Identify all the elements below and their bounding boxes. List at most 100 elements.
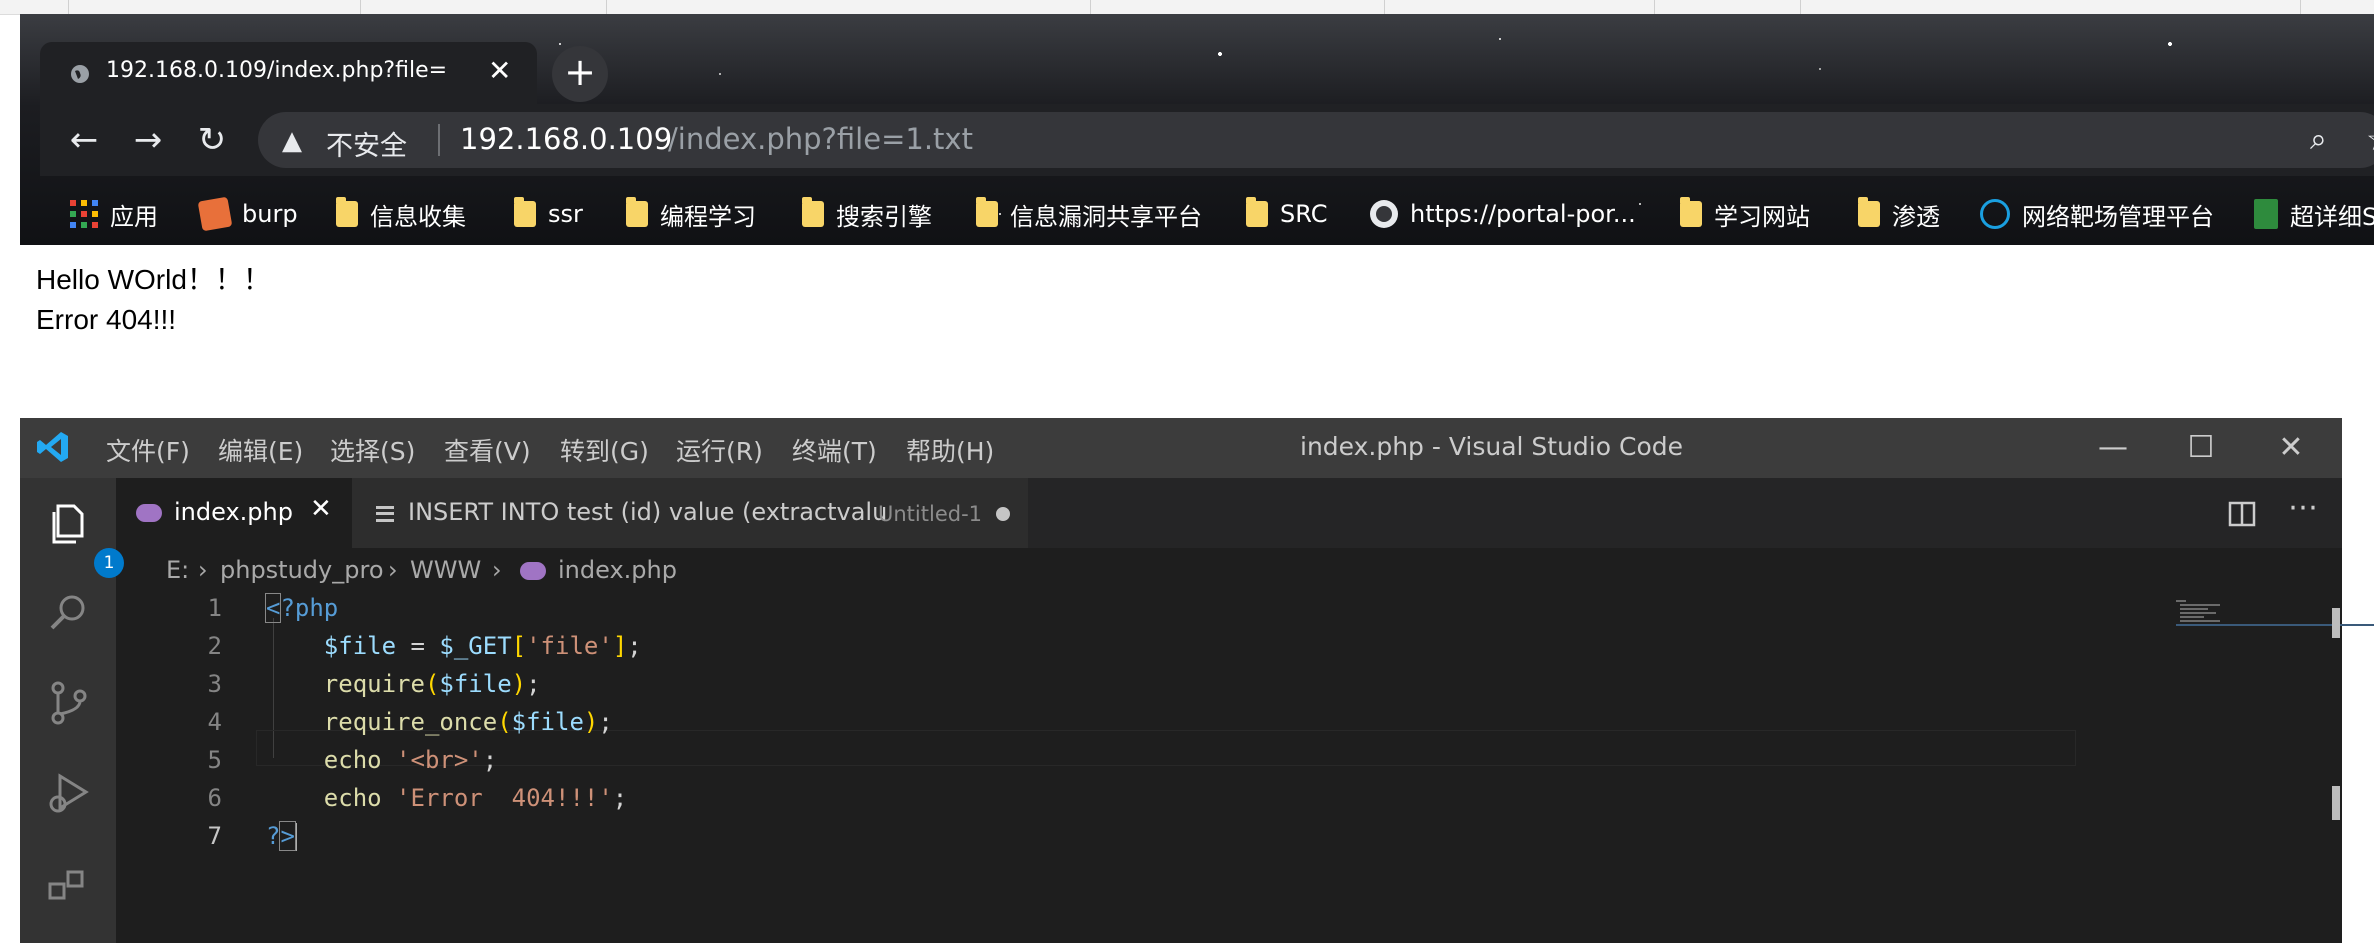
bookmark-folder[interactable]: 渗透 (1858, 196, 1940, 232)
minimap[interactable] (2176, 600, 2374, 630)
menu-go[interactable]: 转到(G) (560, 432, 649, 468)
line-number: 7 (207, 822, 222, 850)
bookmark-range[interactable]: 网络靶场管理平台 (1980, 196, 2214, 232)
line-number: 5 (207, 746, 222, 774)
target-icon (1980, 199, 2010, 229)
bookmark-folder[interactable]: SRC (1246, 196, 1327, 232)
extensions-icon[interactable] (46, 868, 92, 914)
top-strip (0, 0, 2374, 15)
zoom-icon[interactable]: ⌕ (2310, 122, 2327, 157)
menu-edit[interactable]: 编辑(E) (218, 432, 303, 468)
bookmark-portal[interactable]: https://portal-por... (1370, 196, 1636, 232)
url-host: 192.168.0.109 (460, 122, 673, 156)
close-icon[interactable]: ✕ (488, 54, 511, 87)
url-path: /index.php?file=1.txt (668, 122, 973, 156)
tab-index-php[interactable]: index.php ✕ (116, 478, 352, 548)
run-debug-icon[interactable] (46, 770, 92, 816)
code-line: echo 'Error 404!!!'; (323, 784, 628, 812)
explorer-files-icon[interactable]: 1 (46, 500, 124, 578)
scrollbar-thumb[interactable] (2332, 608, 2340, 638)
menu-view[interactable]: 查看(V) (444, 432, 531, 468)
text-file-icon (376, 506, 394, 522)
warning-icon[interactable]: ▲ (282, 126, 302, 156)
menu-file[interactable]: 文件(F) (106, 432, 190, 468)
burp-icon (197, 196, 233, 232)
tab-untitled[interactable]: INSERT INTO test (id) value (extractvalu… (352, 478, 1028, 548)
menu-terminal[interactable]: 终端(T) (792, 432, 877, 468)
folder-icon (1858, 197, 1880, 227)
line-number: 3 (207, 670, 222, 698)
page-line-hello: Hello WOrld！！！ (36, 264, 271, 295)
bookmark-sql[interactable]: 超详细SQ (2254, 196, 2374, 232)
back-arrow-icon[interactable]: ← (60, 116, 108, 164)
bookmark-folder[interactable]: 信息漏洞共享平台 (976, 196, 1202, 232)
line-number: 2 (207, 632, 222, 660)
chevron-right-icon: › (198, 556, 208, 584)
close-icon[interactable]: ✕ (310, 494, 332, 524)
browser-toolbar: ← → ↻ ▲ 不安全 192.168.0.109 /index.php?fil… (40, 104, 2374, 176)
bookmark-folder[interactable]: 编程学习 (626, 196, 756, 232)
maximize-icon[interactable]: ☐ (2166, 424, 2236, 472)
folder-icon (1680, 197, 1702, 227)
menu-selection[interactable]: 选择(S) (330, 432, 415, 468)
bookmark-folder[interactable]: 信息收集 (336, 196, 466, 232)
code-line: echo '<br>'; (323, 746, 498, 774)
code-line: require($file); (323, 670, 541, 698)
new-tab-button[interactable]: + (552, 46, 608, 102)
breadcrumb-drive[interactable]: E: (166, 556, 189, 584)
bookmark-folder[interactable]: ssr (514, 196, 583, 232)
tab-label: INSERT INTO test (id) value (extractvalu (408, 498, 888, 526)
tab-label: index.php (174, 498, 293, 526)
unsaved-dot-icon[interactable] (996, 507, 1010, 521)
forward-arrow-icon[interactable]: → (124, 116, 172, 164)
page-line-error: Error 404!!! (36, 304, 177, 335)
folder-icon (802, 197, 824, 227)
menu-help[interactable]: 帮助(H) (906, 432, 994, 468)
reload-icon[interactable]: ↻ (188, 116, 236, 164)
minimize-icon[interactable]: — (2078, 424, 2148, 472)
star-icon[interactable]: ☆ (2366, 120, 2374, 158)
split-editor-icon[interactable] (2228, 500, 2256, 528)
breadcrumb-file[interactable]: index.php (558, 556, 677, 584)
folder-icon (336, 197, 358, 227)
code-editor[interactable]: 1 2 3 4 5 6 7 <?php $file = $_GET['file'… (116, 590, 2374, 943)
line-number: 1 (207, 594, 222, 622)
close-window-icon[interactable]: ✕ (2256, 424, 2326, 472)
bookmark-apps[interactable]: 应用 (70, 196, 158, 232)
browser-window: 192.168.0.109/index.php?file= ✕ + ← → ↻ … (20, 14, 2374, 245)
folder-icon (1246, 197, 1268, 227)
explorer-badge: 1 (94, 548, 124, 578)
code-line: require_once($file); (323, 708, 613, 736)
address-divider (438, 124, 440, 156)
search-icon[interactable] (46, 590, 92, 636)
bookmark-burp[interactable]: burp (197, 196, 298, 232)
browser-tab-title: 192.168.0.109/index.php?file= (106, 58, 448, 83)
php-icon (136, 504, 162, 522)
bookmarks-bar: 应用 burp 信息收集 ssr 编程学习 搜索引擎 信息漏洞共享平台 SRC (40, 176, 2374, 259)
code-line: ?> (266, 821, 297, 851)
vscode-logo-icon (37, 432, 68, 462)
line-number: 4 (207, 708, 222, 736)
php-icon (520, 562, 546, 580)
security-label[interactable]: 不安全 (326, 124, 407, 163)
tab-detail: Untitled-1 (878, 502, 983, 526)
address-bar[interactable]: ▲ 不安全 192.168.0.109 /index.php?file=1.tx… (258, 112, 2374, 168)
menu-run[interactable]: 运行(R) (676, 432, 763, 468)
bookmark-folder[interactable]: 搜索引擎 (802, 196, 932, 232)
folder-icon (626, 197, 648, 227)
bookmark-folder[interactable]: 学习网站 (1680, 196, 1810, 232)
chevron-right-icon: › (492, 556, 502, 584)
globe-icon (1370, 200, 1398, 228)
code-line: $file = $_GET['file']; (323, 632, 642, 660)
breadcrumb-folder[interactable]: phpstudy_pro (220, 556, 384, 584)
source-control-icon[interactable] (46, 680, 92, 726)
folder-icon (514, 197, 536, 227)
apps-icon (70, 200, 98, 228)
browser-tab-active[interactable]: 192.168.0.109/index.php?file= ✕ (40, 42, 537, 104)
code-line: <?php (264, 593, 339, 623)
vscode-titlebar: 文件(F) 编辑(E) 选择(S) 查看(V) 转到(G) 运行(R) 终端(T… (20, 418, 2342, 478)
more-actions-icon[interactable]: ⋯ (2288, 490, 2318, 525)
breadcrumb-folder[interactable]: WWW (410, 556, 481, 584)
window-title: index.php - Visual Studio Code (1300, 432, 1683, 461)
vscode-window: 文件(F) 编辑(E) 选择(S) 查看(V) 转到(G) 运行(R) 终端(T… (20, 418, 2374, 943)
